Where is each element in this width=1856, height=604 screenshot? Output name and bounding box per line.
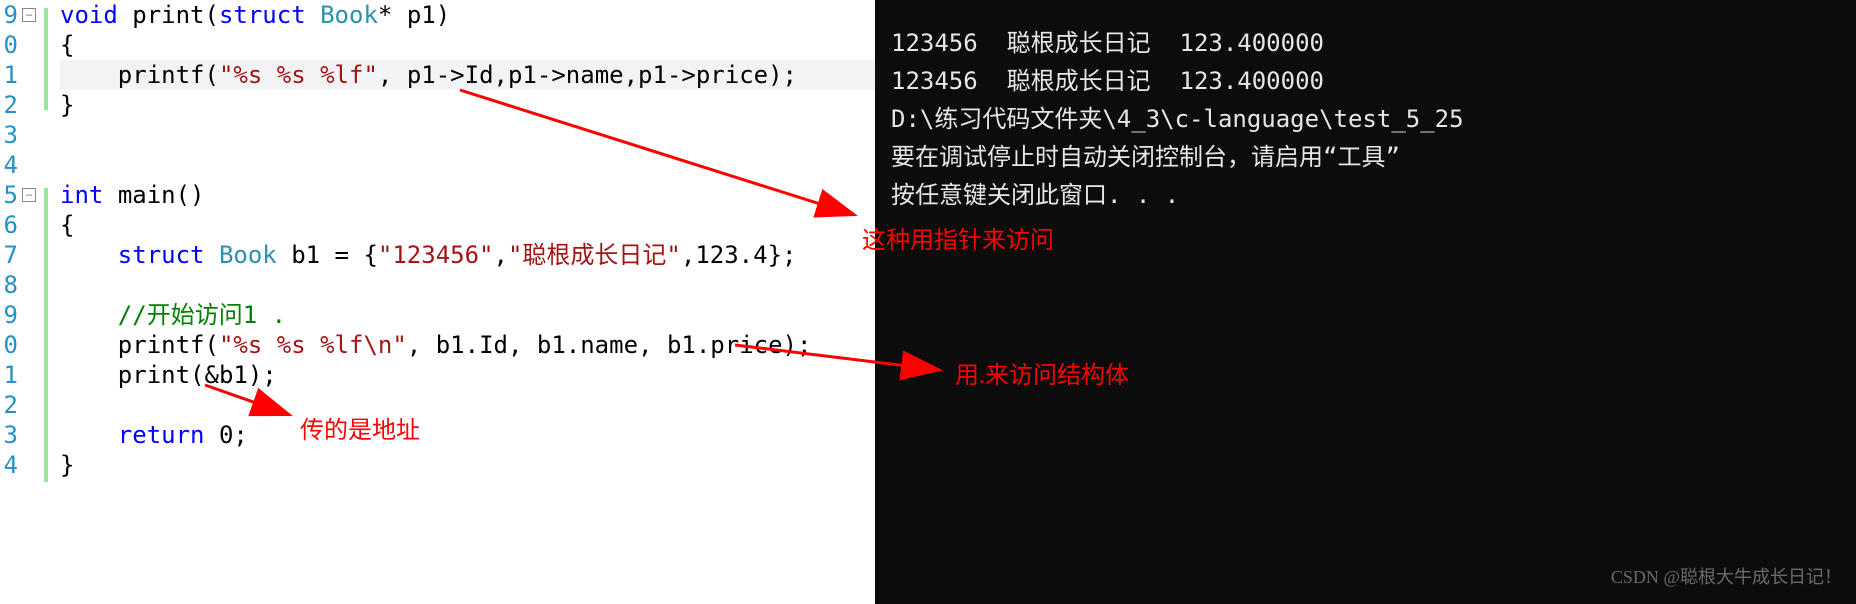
line-number: 7	[0, 240, 18, 270]
line-number: 9	[0, 300, 18, 330]
code-line[interactable]: //开始访问1 .	[60, 300, 875, 330]
line-number: 2	[0, 390, 18, 420]
code-line[interactable]: }	[60, 450, 875, 480]
line-number: 9	[0, 0, 18, 30]
code-line[interactable]: {	[60, 30, 875, 60]
code-line[interactable]: printf("%s %s %lf", p1->Id,p1->name,p1->…	[60, 60, 875, 90]
code-line[interactable]: int main()	[60, 180, 875, 210]
watermark-text: CSDN @聪根大牛成长日记！	[1611, 558, 1842, 596]
console-line: 按任意键关闭此窗口. . .	[891, 176, 1840, 214]
line-number: 1	[0, 360, 18, 390]
code-area[interactable]: void print(struct Book* p1) { printf("%s…	[60, 0, 875, 604]
code-line[interactable]: {	[60, 210, 875, 240]
line-number: 1	[0, 60, 18, 90]
console-line: 123456 聪根成长日记 123.400000	[891, 62, 1840, 100]
fold-toggle-icon[interactable]: −	[22, 8, 36, 22]
fold-column: − −	[22, 0, 52, 604]
fold-toggle-icon[interactable]: −	[22, 188, 36, 202]
code-line[interactable]: return 0;	[60, 420, 875, 450]
console-line: 123456 聪根成长日记 123.400000	[891, 24, 1840, 62]
code-line[interactable]: void print(struct Book* p1)	[60, 0, 875, 30]
line-number-gutter: 9 0 1 2 3 4 5 6 7 8 9 0 1 2 3 4	[0, 0, 18, 604]
code-line[interactable]: printf("%s %s %lf\n", b1.Id, b1.name, b1…	[60, 330, 875, 360]
line-number: 5	[0, 180, 18, 210]
code-line[interactable]: }	[60, 90, 875, 120]
code-line[interactable]	[60, 270, 875, 300]
code-line[interactable]	[60, 150, 875, 180]
code-line[interactable]	[60, 120, 875, 150]
line-number: 8	[0, 270, 18, 300]
line-number: 2	[0, 90, 18, 120]
line-number: 3	[0, 420, 18, 450]
code-line[interactable]: struct Book b1 = {"123456","聪根成长日记",123.…	[60, 240, 875, 270]
annotation-text: 用.来访问结构体	[955, 355, 1129, 390]
console-line: D:\练习代码文件夹\4_3\c-language\test_5_25	[891, 100, 1840, 138]
code-editor[interactable]: 9 0 1 2 3 4 5 6 7 8 9 0 1 2 3 4 − − void…	[0, 0, 875, 604]
line-number: 4	[0, 150, 18, 180]
annotation-text: 传的是地址	[300, 410, 420, 445]
console-output[interactable]: 123456 聪根成长日记 123.400000 123456 聪根成长日记 1…	[875, 0, 1856, 604]
line-number: 3	[0, 120, 18, 150]
line-number: 4	[0, 450, 18, 480]
line-number: 0	[0, 30, 18, 60]
line-number: 0	[0, 330, 18, 360]
annotation-text: 这种用指针来访问	[862, 220, 1054, 255]
console-line: 要在调试停止时自动关闭控制台，请启用“工具”	[891, 138, 1840, 176]
code-line[interactable]: print(&b1);	[60, 360, 875, 390]
code-line[interactable]	[60, 390, 875, 420]
line-number: 6	[0, 210, 18, 240]
